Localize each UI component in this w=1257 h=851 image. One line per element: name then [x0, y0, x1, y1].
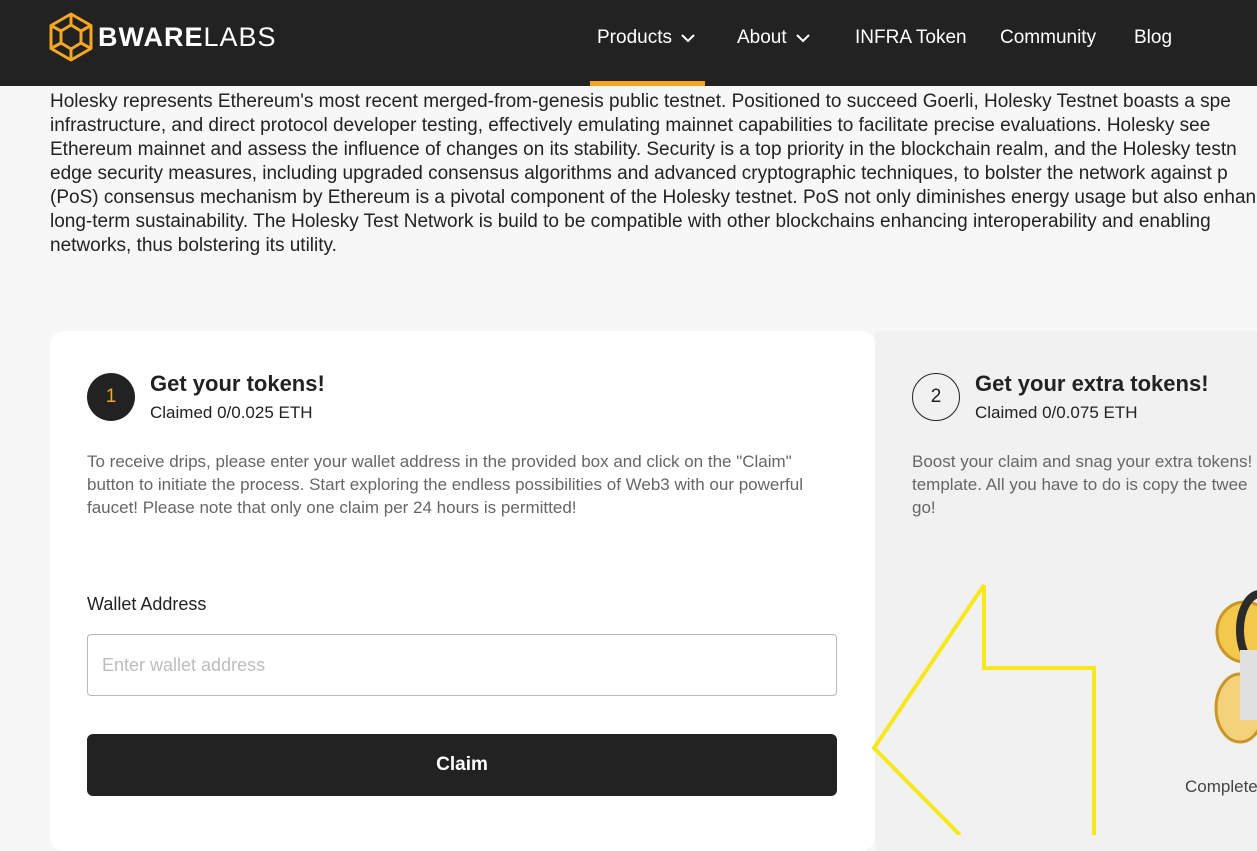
intro-line: Ethereum mainnet and assess the influenc… [50, 139, 1237, 160]
nav-item-products[interactable]: Products [597, 26, 695, 50]
pointer-arrow-icon [860, 575, 1100, 840]
holesky-intro-paragraph: Holesky represents Ethereum's most recen… [50, 90, 1257, 258]
chevron-down-icon [681, 26, 695, 50]
card-title: Get your extra tokens! [975, 371, 1209, 396]
description-line: button to initiate the process. Start ex… [87, 475, 803, 494]
card-title: Get your tokens! [150, 371, 325, 396]
intro-line: infrastructure, and direct protocol deve… [50, 115, 1211, 136]
claimed-amount: Claimed 0/0.025 ETH [150, 403, 313, 422]
nav-item-infra-token[interactable]: INFRA Token [855, 26, 967, 50]
nav-item-label: INFRA Token [855, 27, 967, 48]
logo-wordmark: BWARELABS [98, 21, 277, 52]
intro-line: Holesky represents Ethereum's most recen… [50, 91, 1231, 112]
card-description: Boost your claim and snag your extra tok… [912, 450, 1252, 519]
nav-item-label: About [737, 27, 787, 48]
description-line: go! [912, 498, 936, 517]
wallet-address-input[interactable] [87, 634, 837, 696]
claim-button[interactable]: Claim [87, 734, 837, 796]
step-number-badge: 1 [87, 373, 135, 421]
wallet-address-label: Wallet Address [87, 594, 207, 614]
description-line: template. All you have to do is copy the… [912, 475, 1248, 494]
description-line: faucet! Please note that only one claim … [87, 498, 577, 517]
description-line: Boost your claim and snag your extra tok… [912, 452, 1253, 471]
nav-item-about[interactable]: About [737, 26, 810, 50]
intro-line: long-term sustainability. The Holesky Te… [50, 211, 1211, 232]
description-line: To receive drips, please enter your wall… [87, 452, 792, 471]
nav-item-label: Products [597, 27, 672, 48]
nav-item-label: Blog [1134, 27, 1173, 48]
active-nav-indicator [590, 81, 705, 86]
intro-line: (PoS) consensus mechanism by Ethereum is… [50, 187, 1257, 208]
step-number-badge: 2 [912, 373, 960, 421]
coin-illustration-icon [1200, 590, 1257, 765]
chevron-down-icon [795, 26, 810, 50]
complete-label: Complete [1185, 777, 1257, 796]
intro-line: edge security measures, including upgrad… [50, 163, 1228, 184]
card-description: To receive drips, please enter your wall… [87, 450, 803, 519]
get-tokens-card: 1 Get your tokens! Claimed 0/0.025 ETH T… [50, 331, 875, 851]
cube-logo-icon [49, 12, 93, 62]
nav-item-community[interactable]: Community [1000, 26, 1096, 50]
top-navigation: BWARELABS Products About INFRA Token Com… [0, 0, 1257, 86]
nav-item-label: Community [1000, 27, 1097, 48]
nav-item-blog[interactable]: Blog [1134, 26, 1172, 50]
claimed-amount: Claimed 0/0.075 ETH [975, 403, 1138, 422]
intro-line: networks, thus bolstering its utility. [50, 235, 337, 256]
bware-labs-logo[interactable]: BWARELABS [49, 12, 277, 62]
